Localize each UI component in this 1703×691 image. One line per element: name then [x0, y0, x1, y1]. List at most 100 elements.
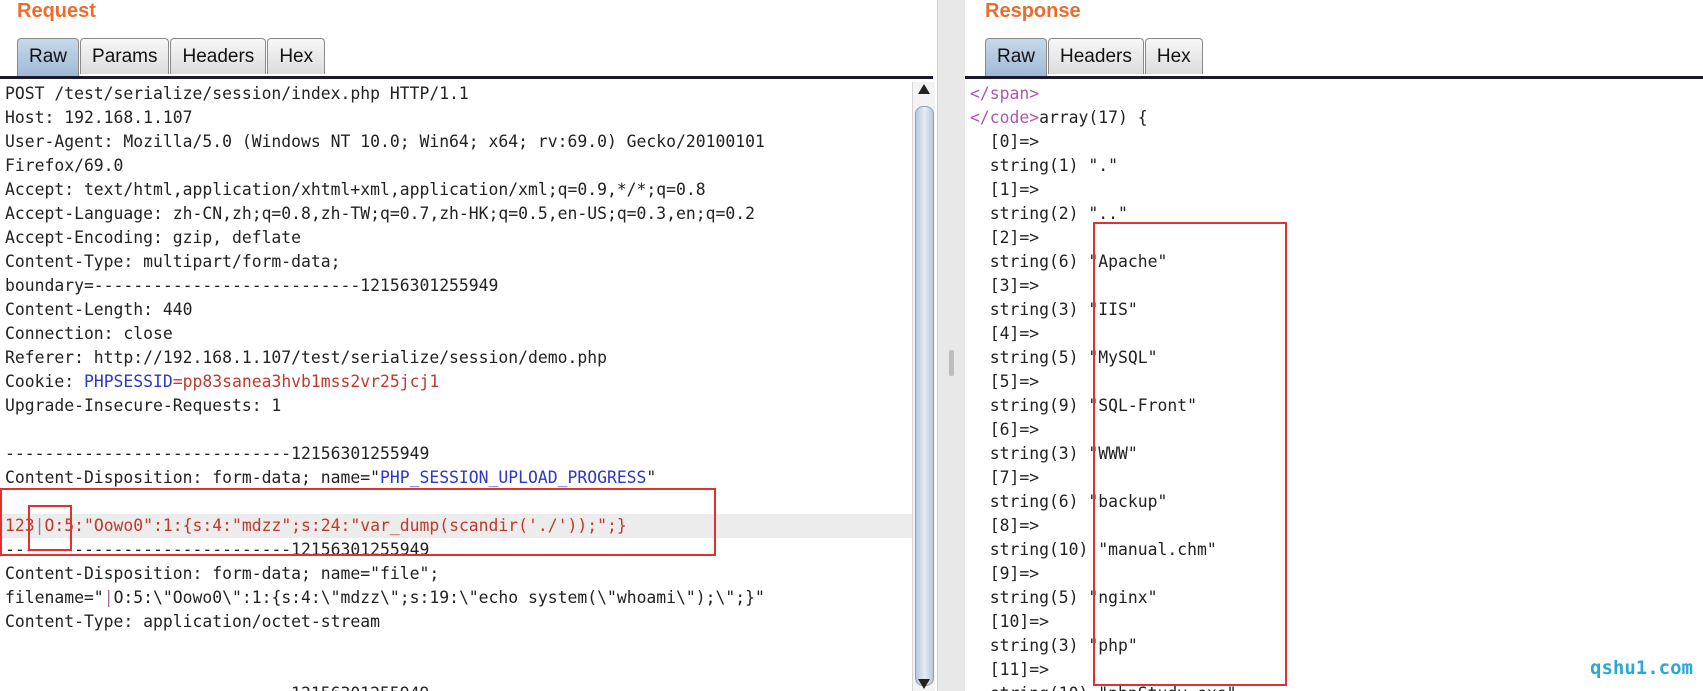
code-token: | [103, 588, 114, 607]
code-token: string(10) "manual.chm" [970, 540, 1217, 559]
code-line: [4]=> [965, 322, 1703, 346]
panel-splitter[interactable] [937, 0, 967, 691]
tab-divider [965, 76, 1703, 79]
code-token: </code> [970, 108, 1040, 127]
code-line: string(3) "php" [965, 634, 1703, 658]
code-line: Content-Disposition: form-data; name="PH… [0, 466, 912, 490]
code-line: </span> [965, 82, 1703, 106]
tab-headers[interactable]: Headers [170, 38, 267, 74]
code-token: Content-Length: 440 [5, 300, 193, 319]
code-line: string(3) "WWW" [965, 442, 1703, 466]
code-line: string(10) "manual.chm" [965, 538, 1703, 562]
code-token: string(5) "nginx" [970, 588, 1158, 607]
code-line: string(3) "IIS" [965, 298, 1703, 322]
code-token: string(3) "IIS" [970, 300, 1138, 319]
code-line: 123|O:5:"Oowo0":1:{s:4:"mdzz";s:24:"var_… [0, 514, 912, 538]
tab-hex[interactable]: Hex [1144, 38, 1203, 74]
code-token: [9]=> [970, 564, 1040, 583]
code-line: Content-Type: multipart/form-data; [0, 250, 912, 274]
code-token: Host: 192.168.1.107 [5, 108, 193, 127]
tab-params[interactable]: Params [80, 38, 170, 74]
code-line: string(2) ".." [965, 202, 1703, 226]
code-token: [8]=> [970, 516, 1040, 535]
code-token: POST /test/serialize/session/index.php H… [5, 84, 469, 103]
code-token: -----------------------------12156301255… [5, 444, 430, 463]
code-line: [8]=> [965, 514, 1703, 538]
code-line: string(5) "MySQL" [965, 346, 1703, 370]
code-line: POST /test/serialize/session/index.php H… [0, 82, 912, 106]
code-token: string(5) "MySQL" [970, 348, 1158, 367]
code-line: Referer: http://192.168.1.107/test/seria… [0, 346, 912, 370]
request-tabs: Raw Params Headers Hex [17, 38, 326, 76]
code-token: string(3) "php" [970, 636, 1138, 655]
response-title: Response [985, 0, 1081, 22]
response-raw-editor[interactable]: </span> </code>array(17) { [0]=> string(1… [965, 82, 1703, 691]
code-token: string(10) "phpStudy.exe" [970, 684, 1237, 691]
code-token: Firefox/69.0 [5, 156, 124, 175]
code-line: Host: 192.168.1.107 [0, 106, 912, 130]
scroll-up-icon[interactable] [918, 84, 930, 94]
tab-headers[interactable]: Headers [1048, 38, 1144, 74]
code-line: [0]=> [965, 130, 1703, 154]
code-token: Content-Disposition: form-data; name=" [5, 468, 380, 487]
tab-hex[interactable]: Hex [267, 38, 326, 74]
splitter-grip-icon[interactable] [949, 350, 954, 376]
code-token: Content-Type: multipart/form-data; [5, 252, 341, 271]
code-token: [6]=> [970, 420, 1040, 439]
code-line: Accept: text/html,application/xhtml+xml,… [0, 178, 912, 202]
code-token: filename=" [5, 588, 104, 607]
code-line: -----------------------------12156301255… [0, 538, 912, 562]
code-token: boundary=---------------------------1215… [5, 276, 499, 295]
code-line: Cookie: PHPSESSID=pp83sanea3hvb1mss2vr25… [0, 370, 912, 394]
code-line: [6]=> [965, 418, 1703, 442]
code-token: [0]=> [970, 132, 1040, 151]
code-token: [2]=> [970, 228, 1040, 247]
code-line: -----------------------------12156301255… [0, 682, 912, 691]
code-token: PHP_SESSION_UPLOAD_PROGRESS [379, 468, 647, 487]
code-token: Accept: text/html,application/xhtml+xml,… [5, 180, 706, 199]
code-line: string(1) "." [965, 154, 1703, 178]
code-token: -----------------------------12156301255… [5, 684, 429, 691]
code-token: [7]=> [970, 468, 1040, 487]
code-token: [11]=> [970, 660, 1049, 679]
tab-raw[interactable]: Raw [985, 38, 1048, 76]
scroll-thumb[interactable] [915, 106, 934, 686]
code-line: Accept-Language: zh-CN,zh;q=0.8,zh-TW;q=… [0, 202, 912, 226]
code-token: O:5:"Oowo0":1:{s:4:"mdzz";s:24:"var_dump… [44, 516, 627, 535]
code-line: Content-Type: application/octet-stream [0, 610, 912, 634]
code-line: string(6) "backup" [965, 490, 1703, 514]
code-token: Cookie: [5, 372, 84, 391]
code-line: string(6) "Apache" [965, 250, 1703, 274]
tab-raw[interactable]: Raw [17, 38, 80, 76]
code-token: Upgrade-Insecure-Requests: 1 [5, 396, 282, 415]
tab-divider [0, 76, 933, 79]
code-token: string(6) "backup" [970, 492, 1168, 511]
code-line: Content-Length: 440 [0, 298, 912, 322]
code-token: | [34, 516, 45, 535]
code-line: [9]=> [965, 562, 1703, 586]
request-raw-editor[interactable]: POST /test/serialize/session/index.php H… [0, 82, 912, 691]
code-token: O:5:\"Oowo0\":1:{s:4:\"mdzz\";s:19:\"ech… [113, 588, 765, 607]
code-token: Content-Type: application/octet-stream [5, 612, 380, 631]
code-line: filename="|O:5:\"Oowo0\":1:{s:4:\"mdzz\"… [0, 586, 912, 610]
code-line: User-Agent: Mozilla/5.0 (Windows NT 10.0… [0, 130, 912, 154]
code-token: Referer: http://192.168.1.107/test/seria… [5, 348, 607, 367]
response-tabs: Raw Headers Hex [985, 38, 1204, 76]
code-token: [4]=> [970, 324, 1040, 343]
scroll-down-icon[interactable] [918, 679, 930, 689]
code-line: [3]=> [965, 274, 1703, 298]
code-line: [7]=> [965, 466, 1703, 490]
code-token: -----------------------------12156301255… [5, 540, 430, 559]
code-token: string(1) "." [970, 156, 1119, 175]
code-token: [3]=> [970, 276, 1040, 295]
request-scrollbar[interactable] [912, 82, 935, 691]
code-token: [5]=> [970, 372, 1040, 391]
code-line: Accept-Encoding: gzip, deflate [0, 226, 912, 250]
code-token: Accept-Language: zh-CN,zh;q=0.8,zh-TW;q=… [5, 204, 755, 223]
code-line: [5]=> [965, 370, 1703, 394]
code-token: 123 [5, 516, 35, 535]
code-token: [1]=> [970, 180, 1040, 199]
